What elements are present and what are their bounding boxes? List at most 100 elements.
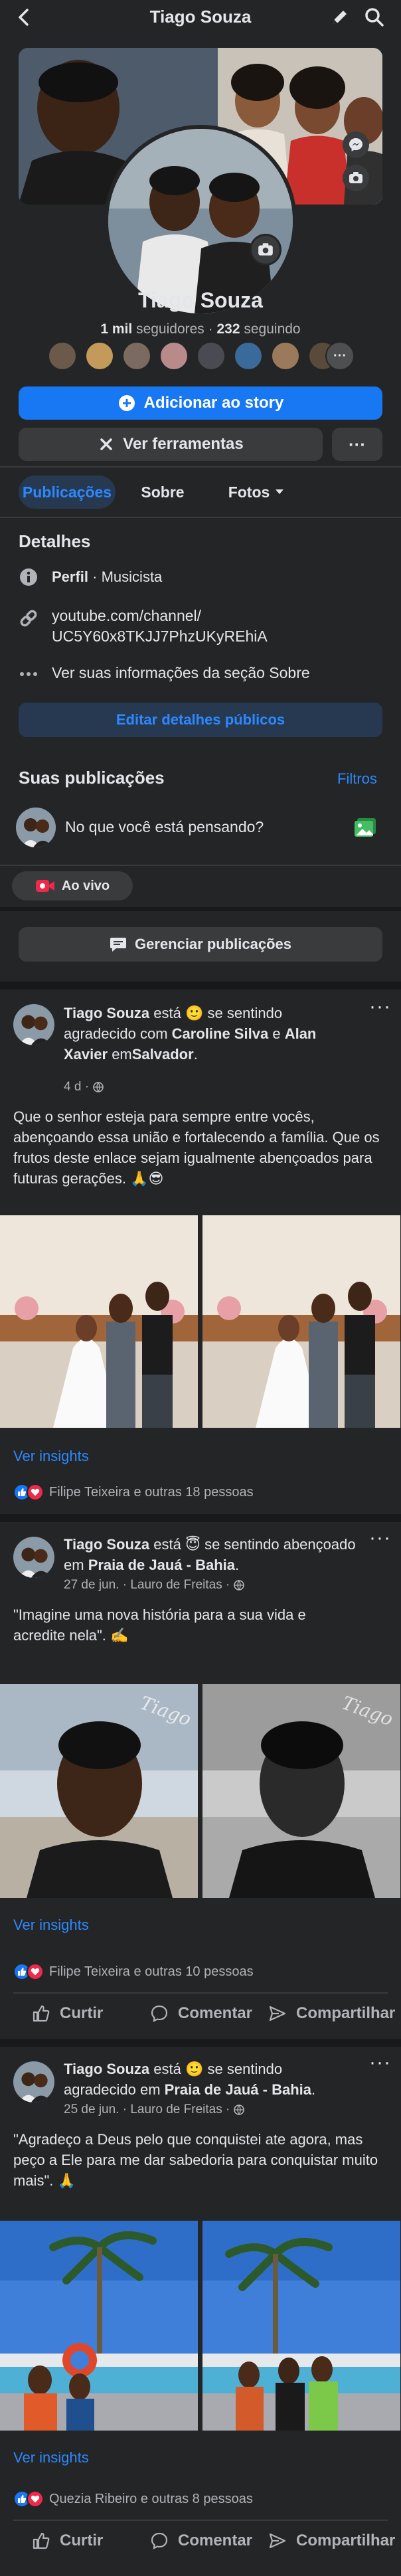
love-reaction-icon — [27, 2490, 44, 2508]
cover-camera-icon[interactable] — [343, 165, 369, 191]
more-followers-icon[interactable]: ··· — [325, 341, 355, 371]
composer-card: Suas publicações Filtros No que você est… — [0, 752, 401, 865]
live-button[interactable]: Ao vivo — [12, 871, 133, 901]
share-button[interactable]: Compartilhar — [268, 2004, 395, 2023]
post-more-icon[interactable]: ··· — [369, 2053, 391, 2073]
follower-avatar[interactable] — [85, 341, 114, 371]
grinning-emoji-icon: 🙂 — [185, 1005, 204, 1021]
follower-avatar[interactable] — [271, 341, 300, 371]
post-photo[interactable]: Tiago — [202, 1684, 401, 1898]
live-video-icon — [35, 878, 55, 894]
share-button[interactable]: Compartilhar — [268, 2532, 395, 2550]
follower-avatar[interactable] — [234, 341, 263, 371]
follow-stats[interactable]: 1 mil seguidores · 232 seguindo — [0, 321, 401, 337]
comment-icon — [150, 2004, 169, 2023]
post-body: "Agradeço a Deus pelo que conquistei ate… — [13, 2131, 378, 2189]
tagged-person[interactable]: Caroline Silva — [172, 1025, 269, 1042]
comment-label: Comentar — [178, 2532, 253, 2549]
add-story-button[interactable]: Adicionar ao story — [19, 386, 382, 420]
following-label: seguindo — [244, 321, 301, 337]
post-card: Tiago Souza está 😇 se sentindo abençoado… — [0, 1522, 401, 2039]
post-photo[interactable] — [0, 1215, 198, 1428]
post-body: Que o senhor esteja para sempre entre vo… — [13, 1108, 380, 1187]
post-photo[interactable]: Tiago — [0, 1684, 198, 1898]
see-about-link[interactable]: Ver suas informações da seção Sobre — [52, 664, 310, 682]
youtube-link[interactable]: youtube.com/channel/ UC5Y60x8TKJJ7PhzUKy… — [52, 606, 268, 647]
like-label: Curtir — [60, 2532, 104, 2549]
comment-button[interactable]: Comentar — [150, 2004, 252, 2023]
love-reaction-icon — [27, 1963, 44, 1980]
more-options-button[interactable]: ··· — [332, 428, 382, 461]
post-author[interactable]: Tiago Souza — [64, 1005, 149, 1021]
comment-button[interactable]: Comentar — [150, 2532, 252, 2550]
reactions-summary[interactable]: Filipe Teixeira e outras 10 pessoas — [13, 1963, 254, 1980]
post-is-word: está — [153, 1005, 181, 1021]
see-insights-link[interactable]: Ver insights — [13, 2449, 89, 2466]
like-icon — [32, 2004, 50, 2023]
top-bar: Tiago Souza — [0, 0, 401, 35]
tab-about[interactable]: Sobre — [126, 475, 199, 509]
followers-label: seguidores — [136, 321, 204, 337]
post-author[interactable]: Tiago Souza — [64, 2061, 149, 2077]
post-photo[interactable] — [202, 2221, 401, 2431]
post-time-label: 25 de jun. · Lauro de Freitas · — [64, 2103, 230, 2116]
whats-on-your-mind-input[interactable]: No que você está pensando? — [65, 818, 264, 836]
follower-avatar[interactable] — [197, 341, 226, 371]
tab-photos[interactable]: Fotos — [210, 475, 303, 509]
profile-prefix: Perfil — [52, 568, 89, 585]
profile-dot: · — [92, 568, 98, 585]
reactions-summary[interactable]: Filipe Teixeira e outras 18 pessoas — [13, 1484, 254, 1501]
like-button[interactable]: Curtir — [32, 2532, 103, 2550]
profile-camera-icon[interactable] — [250, 234, 281, 266]
pencil-icon[interactable] — [329, 7, 351, 28]
post-avatar[interactable] — [13, 2061, 54, 2103]
tab-posts[interactable]: Publicações — [19, 475, 116, 509]
post-photo[interactable] — [0, 2221, 198, 2431]
tab-photos-label: Fotos — [228, 483, 270, 501]
post-is-word: está — [153, 1536, 181, 1553]
post-author[interactable]: Tiago Souza — [64, 1536, 149, 1553]
profile-value: Musicista — [101, 568, 163, 585]
tabs-divider — [0, 466, 401, 468]
post-avatar[interactable] — [13, 1004, 54, 1045]
see-tools-button[interactable]: Ver ferramentas — [19, 428, 323, 461]
post-place[interactable]: Praia de Jauá - Bahia — [88, 1557, 235, 1573]
see-tools-label: Ver ferramentas — [123, 435, 244, 453]
like-button[interactable]: Curtir — [32, 2004, 103, 2023]
tab-about-label: Sobre — [141, 483, 185, 501]
post-is-word: está — [153, 2061, 181, 2077]
post-more-icon[interactable]: ··· — [369, 997, 391, 1017]
link-line-2: UC5Y60x8TKJJ7PhzUKyREhiA — [52, 628, 268, 645]
see-insights-link[interactable]: Ver insights — [13, 1917, 89, 1934]
reactions-summary[interactable]: Quezia Ribeiro e outras 8 pessoas — [13, 2490, 253, 2508]
manage-posts-button[interactable]: Gerenciar publicações — [19, 927, 382, 962]
manage-posts-icon — [110, 936, 127, 952]
share-label: Compartilhar — [296, 2004, 396, 2022]
edit-public-details-button[interactable]: Editar detalhes públicos — [19, 703, 382, 737]
reactions-label: Quezia Ribeiro e outras 8 pessoas — [49, 2491, 253, 2506]
plus-circle-icon — [118, 394, 136, 412]
post-photo[interactable] — [202, 1215, 401, 1428]
post-place[interactable]: Salvador — [132, 1046, 194, 1063]
edit-public-details-label: Editar detalhes públicos — [116, 711, 285, 728]
actions-divider — [13, 2520, 388, 2521]
messenger-icon[interactable] — [343, 131, 369, 158]
tools-icon — [98, 436, 115, 453]
followers-count: 1 mil — [100, 321, 133, 337]
post-in-word: em — [112, 1046, 132, 1063]
post-place[interactable]: Praia de Jauá - Bahia — [165, 2081, 311, 2098]
post-time: 27 de jun. · Lauro de Freitas · — [64, 1578, 245, 1592]
post-more-icon[interactable]: ··· — [369, 1528, 391, 1548]
share-icon — [268, 2004, 287, 2023]
photo-gallery-icon[interactable] — [353, 817, 377, 838]
post-period: . — [311, 2081, 316, 2098]
composer-avatar[interactable] — [16, 808, 56, 847]
follower-avatar[interactable] — [122, 341, 151, 371]
search-icon[interactable] — [364, 7, 385, 28]
tabs-bottom-divider — [0, 517, 401, 518]
see-insights-link[interactable]: Ver insights — [13, 1448, 89, 1465]
post-avatar[interactable] — [13, 1537, 54, 1578]
follower-avatar[interactable] — [48, 341, 77, 371]
filters-link[interactable]: Filtros — [337, 770, 377, 788]
follower-avatar[interactable] — [159, 341, 189, 371]
